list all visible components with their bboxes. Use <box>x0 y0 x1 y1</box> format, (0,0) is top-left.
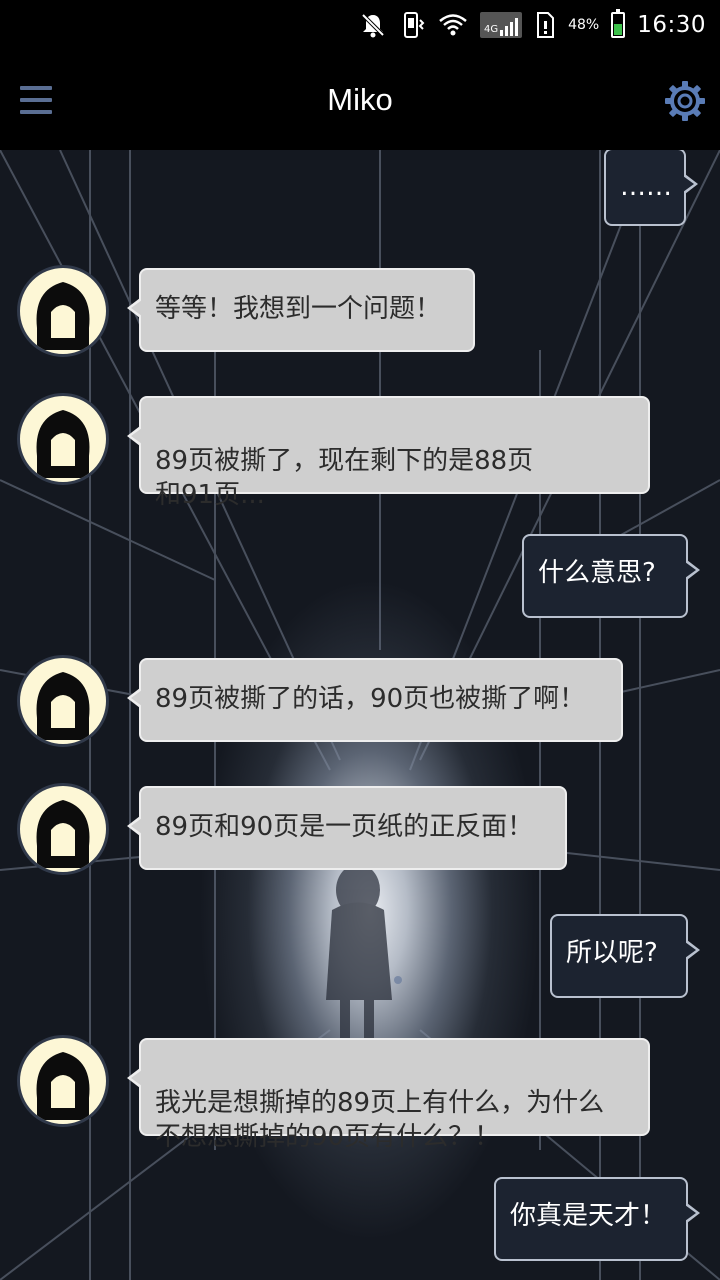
avatar[interactable] <box>17 655 109 747</box>
avatar[interactable] <box>17 1035 109 1127</box>
network-type-label: 4G <box>483 24 499 35</box>
message-bubble-received: 等等！我想到一个问题！ <box>127 268 475 352</box>
message-text: 89页被撕了的话，90页也被撕了啊！ <box>155 684 586 714</box>
message-text: 等等！我想到一个问题！ <box>155 294 442 324</box>
hamburger-menu-icon[interactable] <box>20 86 52 114</box>
message-bubble-sent: …… <box>604 150 698 226</box>
avatar[interactable] <box>17 393 109 485</box>
message-bubble-received: 89页被撕了的话，90页也被撕了啊！ <box>127 658 623 742</box>
message-bubble-received: 89页和90页是一页纸的正反面！ <box>127 786 567 870</box>
message-text: 所以呢? <box>566 938 658 968</box>
battery-percent: 48% <box>568 17 600 33</box>
signal-icon: 4G <box>479 12 523 38</box>
status-time: 16:30 <box>637 12 706 38</box>
battery-level-fill <box>614 24 623 35</box>
sim-alert-icon <box>534 11 556 39</box>
message-bubble-sent: 你真是天才！ <box>494 1177 700 1261</box>
battery-icon <box>611 9 626 38</box>
vibrate-icon <box>398 11 426 39</box>
message-bubble-received: 我光是想撕掉的89页上有什么，为什么 不想想撕掉的90页有什么？！ <box>127 1038 650 1152</box>
app-bar: Miko <box>0 50 720 150</box>
chat-title: Miko <box>327 82 393 117</box>
avatar[interactable] <box>17 783 109 875</box>
gear-icon[interactable] <box>664 80 706 122</box>
message-text: …… <box>620 172 672 202</box>
status-bar: 4G 48% 16:30 <box>0 0 720 50</box>
message-text: 你真是天才！ <box>510 1201 667 1231</box>
message-text: 什么意思? <box>538 558 656 588</box>
notification-muted-icon <box>360 11 386 39</box>
message-bubble-sent: 所以呢? <box>550 914 700 998</box>
avatar[interactable] <box>17 265 109 357</box>
message-text: 89页和90页是一页纸的正反面！ <box>155 812 534 842</box>
chat-area[interactable]: …… 等等！我想到一个问题！ 89页被撕了，现在剩下的是88页 和91页... … <box>0 150 720 1280</box>
message-bubble-received: 89页被撕了，现在剩下的是88页 和91页... <box>127 396 650 510</box>
girl-silhouette <box>326 864 402 1040</box>
message-bubble-sent: 什么意思? <box>522 534 700 618</box>
wifi-icon <box>438 11 468 39</box>
